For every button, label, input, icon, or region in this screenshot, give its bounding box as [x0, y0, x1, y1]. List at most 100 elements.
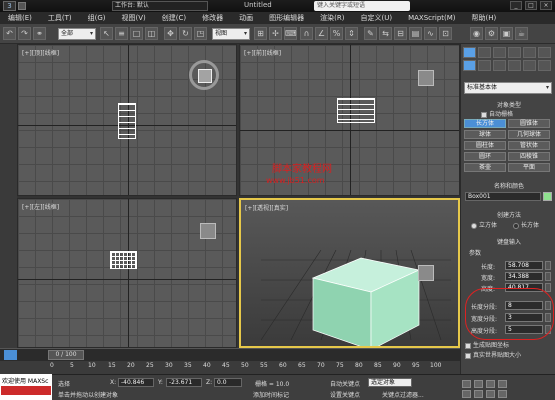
key-filters-button[interactable]: 关键点过滤器...: [382, 390, 424, 399]
menu-group[interactable]: 组(G): [80, 13, 114, 23]
close-icon[interactable]: ×: [540, 1, 552, 10]
viewport-top-label[interactable]: [+][顶][线框]: [22, 48, 59, 57]
shapes-icon[interactable]: [478, 60, 491, 71]
time-slider[interactable]: 0 / 100: [48, 350, 84, 360]
maxscript-output[interactable]: [1, 386, 51, 395]
select-icon[interactable]: ↖: [100, 27, 113, 40]
redo-icon[interactable]: ↷: [18, 27, 31, 40]
menu-view[interactable]: 视图(V): [114, 13, 154, 23]
geosphere-button[interactable]: 几何球体: [508, 130, 550, 139]
radio-selected-icon[interactable]: [513, 222, 519, 229]
pyramid-button[interactable]: 四棱锥: [508, 152, 550, 161]
menu-edit[interactable]: 编辑(E): [0, 13, 40, 23]
length-spinner[interactable]: [545, 261, 551, 270]
viewport-persp-label[interactable]: [+][透视][真实]: [245, 203, 288, 212]
z-coord-field[interactable]: 0.0: [214, 378, 242, 387]
plane-button[interactable]: 平面: [508, 163, 550, 172]
render-frame-icon[interactable]: ▣: [500, 27, 513, 40]
tab-modify-icon[interactable]: [478, 47, 491, 58]
maximize-viewport-icon[interactable]: [498, 390, 507, 398]
zoom-all-icon[interactable]: [474, 380, 483, 388]
move-icon[interactable]: ✥: [164, 27, 177, 40]
zoom-extents-icon[interactable]: [486, 380, 495, 388]
orbit-gizmo-icon[interactable]: [189, 60, 219, 90]
viewport-perspective[interactable]: [+][透视][真实]: [239, 198, 460, 348]
fov-icon[interactable]: [462, 390, 471, 398]
orbit-icon[interactable]: [486, 390, 495, 398]
reference-coord-select[interactable]: 视图: [212, 28, 250, 40]
y-coord-field[interactable]: -23.671: [166, 378, 202, 387]
menu-customize[interactable]: 自定义(U): [352, 13, 400, 23]
named-selection-icon[interactable]: ✎: [364, 27, 377, 40]
object-name-field[interactable]: Box001: [465, 192, 541, 201]
add-time-tag-button[interactable]: 添加时间标记: [253, 390, 289, 399]
select-by-name-icon[interactable]: ≡: [115, 27, 128, 40]
tab-hierarchy-icon[interactable]: [493, 47, 506, 58]
rotate-icon[interactable]: ↻: [179, 27, 192, 40]
rect-select-icon[interactable]: □: [130, 27, 143, 40]
zoom-icon[interactable]: [462, 380, 471, 388]
menu-animation[interactable]: 动画: [231, 13, 261, 23]
box-button[interactable]: 长方体: [464, 119, 506, 128]
maxscript-listener[interactable]: 欢迎使用 MAXSc: [0, 374, 52, 400]
minimize-icon[interactable]: _: [510, 1, 522, 10]
mirror-icon[interactable]: ⇆: [379, 27, 392, 40]
viewport-layout-icon[interactable]: [4, 350, 17, 360]
gen-uv-checkbox[interactable]: 生成贴图坐标: [465, 340, 553, 349]
checkbox-checked-icon[interactable]: [465, 342, 471, 349]
workspace-select[interactable]: 工作台: 默认: [112, 1, 208, 11]
length-field[interactable]: 58.708: [505, 261, 543, 270]
app-logo-icon[interactable]: 3: [3, 1, 16, 11]
selected-object-select[interactable]: 选定对象: [368, 378, 412, 387]
zoom-extents-all-icon[interactable]: [498, 380, 507, 388]
tab-motion-icon[interactable]: [508, 47, 521, 58]
tab-create-icon[interactable]: [463, 47, 476, 58]
tab-display-icon[interactable]: [523, 47, 536, 58]
name-color-header[interactable]: 名称和颜色: [465, 181, 553, 190]
real-world-checkbox[interactable]: 真实世界贴图大小: [465, 350, 553, 359]
width-spinner[interactable]: [545, 272, 551, 281]
menu-rendering[interactable]: 渲染(R): [312, 13, 352, 23]
menu-modifiers[interactable]: 修改器: [194, 13, 231, 23]
keyboard-entry-header[interactable]: 键盘输入: [465, 237, 553, 246]
primitive-type-select[interactable]: 标准基本体: [464, 82, 552, 94]
sphere-button[interactable]: 球体: [464, 130, 506, 139]
cylinder-button[interactable]: 圆柱体: [464, 141, 506, 150]
scale-icon[interactable]: ◳: [194, 27, 207, 40]
lights-icon[interactable]: [493, 60, 506, 71]
viewport-left[interactable]: [+][左][线框]: [17, 198, 237, 348]
material-editor-icon[interactable]: ◉: [470, 27, 483, 40]
window-crossing-icon[interactable]: ◫: [145, 27, 158, 40]
menu-help[interactable]: 帮助(H): [464, 13, 505, 23]
pan-icon[interactable]: [474, 390, 483, 398]
quick-access-icon[interactable]: [18, 2, 26, 10]
curve-editor-icon[interactable]: ∿: [424, 27, 437, 40]
menu-graph-editors[interactable]: 图形编辑器: [261, 13, 312, 23]
height-spinner[interactable]: [545, 283, 551, 292]
parameters-header[interactable]: 参数: [469, 248, 555, 257]
creation-method-header[interactable]: 创建方法: [465, 210, 553, 219]
set-key-button[interactable]: 设置关键点: [330, 390, 360, 399]
spinner-snap-icon[interactable]: ⇕: [345, 27, 358, 40]
percent-snap-icon[interactable]: %: [330, 27, 343, 40]
undo-icon[interactable]: ↶: [3, 27, 16, 40]
link-icon[interactable]: ⚭: [33, 27, 46, 40]
keyboard-shortcut-icon[interactable]: ⌨: [284, 27, 297, 40]
menu-maxscript[interactable]: MAXScript(M): [400, 14, 463, 22]
render-setup-icon[interactable]: ⚙: [485, 27, 498, 40]
viewcube-icon[interactable]: [200, 223, 216, 239]
viewport-left-label[interactable]: [+][左][线框]: [22, 202, 59, 211]
viewcube-icon[interactable]: [418, 265, 434, 281]
track-bar[interactable]: 0 5 10 15 20 25 30 35 40 45 50 55 60 65 …: [0, 361, 460, 374]
maximize-icon[interactable]: □: [525, 1, 537, 10]
angle-snap-icon[interactable]: ∠: [315, 27, 328, 40]
teapot-button[interactable]: 茶壶: [464, 163, 506, 172]
checkbox-icon[interactable]: [465, 352, 471, 359]
render-icon[interactable]: ☕: [515, 27, 528, 40]
spacewarps-icon[interactable]: [538, 60, 551, 71]
object-type-header[interactable]: 对象类型: [465, 100, 553, 109]
align-icon[interactable]: ⊟: [394, 27, 407, 40]
cameras-icon[interactable]: [508, 60, 521, 71]
geometry-icon[interactable]: [463, 60, 476, 71]
viewport-front-label[interactable]: [+][前][线框]: [244, 48, 281, 57]
